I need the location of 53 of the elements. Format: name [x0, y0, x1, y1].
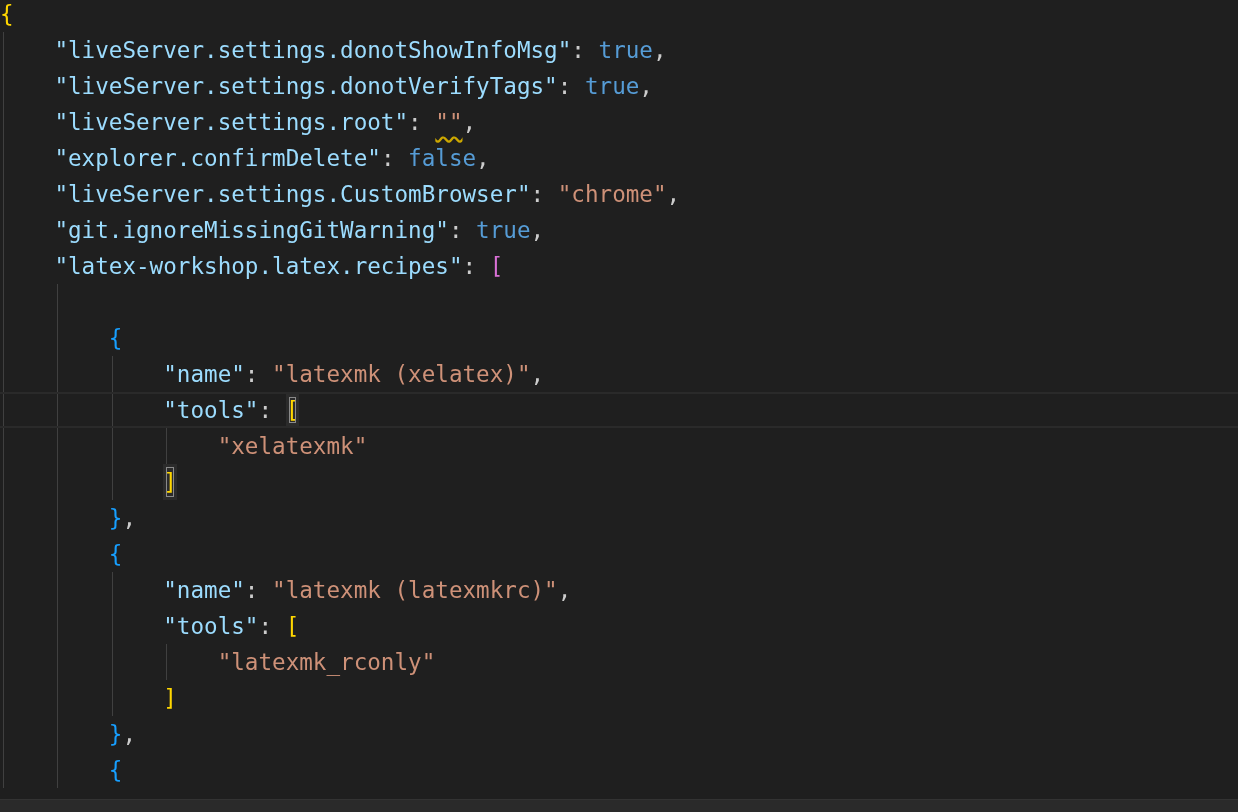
string-value: "xelatexmk" [217, 432, 368, 461]
boolean-value: true [476, 216, 531, 245]
string-value: "" [435, 108, 463, 137]
bracket: { [108, 324, 123, 353]
punctuation: , [122, 720, 137, 749]
json-key: "liveServer.settings.CustomBrowser" [54, 176, 531, 212]
bracket: [ [489, 252, 504, 281]
bracket: { [108, 540, 123, 569]
json-key: "latex-workshop.latex.recipes" [54, 248, 463, 284]
bracket: [ [285, 394, 300, 426]
punctuation: : [380, 144, 396, 173]
bracket: { [108, 756, 123, 785]
punctuation: , [476, 144, 490, 173]
json-key: "name" [163, 356, 245, 392]
json-key: "liveServer.settings.root" [54, 104, 409, 140]
punctuation: : [571, 36, 586, 65]
punctuation: : [408, 108, 423, 137]
string-value: "latexmk (latexmkrc)" [272, 576, 558, 605]
json-key: "liveServer.settings.donotVerifyTags" [54, 68, 558, 104]
punctuation: : [448, 216, 464, 245]
bracket: } [108, 504, 123, 533]
punctuation: : [244, 576, 260, 605]
punctuation: : [258, 612, 274, 641]
json-key: "liveServer.settings.donotShowInfoMsg" [54, 32, 572, 68]
punctuation: , [639, 72, 653, 101]
bracket: { [0, 0, 14, 29]
punctuation: : [530, 180, 546, 209]
boolean-value: true [598, 36, 653, 65]
bracket: ] [163, 684, 177, 713]
bracket: [ [285, 612, 300, 641]
boolean-value: false [408, 144, 477, 173]
json-key: "tools" [163, 394, 259, 426]
punctuation: , [557, 576, 572, 605]
punctuation: , [530, 216, 545, 245]
punctuation: , [652, 36, 667, 65]
string-value: "latexmk_rconly" [217, 648, 436, 678]
json-key: "name" [163, 572, 245, 608]
punctuation: : [244, 360, 260, 389]
bracket: } [108, 720, 123, 749]
punctuation: , [666, 180, 681, 209]
string-value: "latexmk (xelatex)" [272, 360, 531, 389]
punctuation: : [258, 396, 274, 425]
punctuation: , [530, 360, 545, 389]
string-value: "chrome" [557, 180, 667, 209]
bracket: ] [163, 464, 177, 500]
punctuation: , [462, 108, 477, 137]
punctuation: : [462, 252, 478, 281]
json-key: "tools" [163, 608, 259, 644]
boolean-value: true [584, 72, 640, 101]
punctuation: , [122, 504, 137, 533]
json-key: "git.ignoreMissingGitWarning" [54, 212, 449, 248]
punctuation: : [557, 72, 573, 101]
json-key: "explorer.confirmDelete" [54, 140, 381, 176]
